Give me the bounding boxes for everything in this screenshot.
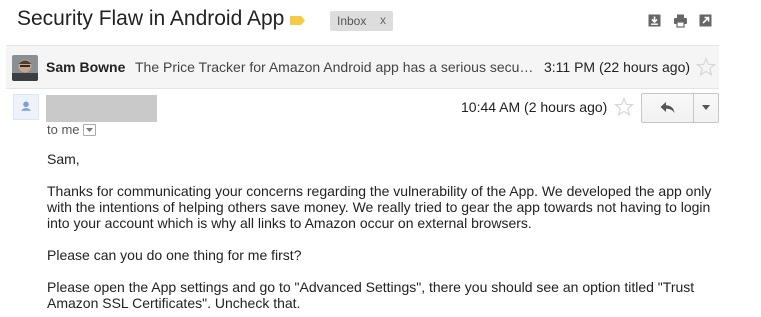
new-window-icon[interactable] bbox=[698, 13, 713, 28]
body-paragraph: Sam, bbox=[47, 151, 80, 167]
body-paragraph: Please can you do one thing for me first… bbox=[47, 247, 302, 263]
reply-arrow-icon bbox=[660, 102, 675, 113]
body-paragraph: Thanks for communicating your concerns r… bbox=[47, 183, 712, 231]
thread-header: Security Flaw in Android App Inbox x bbox=[0, 0, 761, 42]
label-chip-text: Inbox bbox=[337, 14, 367, 28]
star-icon[interactable] bbox=[696, 57, 716, 77]
message-body: Sam, Thanks for communicating your conce… bbox=[47, 151, 727, 317]
collapsed-sender-name: Sam Bowne bbox=[46, 59, 126, 75]
chevron-down-icon bbox=[702, 105, 710, 110]
label-chip-inbox: Inbox x bbox=[330, 11, 393, 31]
download-icon[interactable] bbox=[647, 13, 662, 28]
recipients-line: to me bbox=[47, 122, 96, 137]
message-snippet: The Price Tracker for Amazon Android app… bbox=[135, 59, 534, 75]
sender-avatar-placeholder-icon bbox=[13, 94, 39, 120]
star-icon[interactable] bbox=[614, 97, 634, 117]
more-actions-button[interactable] bbox=[694, 94, 718, 122]
reply-button-group bbox=[641, 93, 719, 123]
collapsed-message[interactable]: Sam Bowne The Price Tracker for Amazon A… bbox=[6, 45, 719, 89]
redacted-sender-name bbox=[46, 95, 157, 122]
caret-down-icon bbox=[85, 127, 93, 132]
remove-label-button[interactable]: x bbox=[380, 13, 386, 27]
show-details-dropdown[interactable] bbox=[82, 123, 96, 136]
important-marker-icon[interactable] bbox=[289, 15, 306, 26]
sender-avatar-photo bbox=[12, 55, 38, 81]
collapsed-message-date: 3:11 PM (22 hours ago) bbox=[544, 59, 691, 75]
print-icon[interactable] bbox=[673, 13, 688, 28]
body-paragraph: Please open the App settings and go to "… bbox=[47, 279, 695, 311]
reply-button[interactable] bbox=[642, 94, 693, 122]
recipients-text: to me bbox=[47, 122, 80, 137]
email-thread-view: Security Flaw in Android App Inbox x Sam… bbox=[0, 0, 761, 317]
thread-subject: Security Flaw in Android App bbox=[17, 7, 285, 30]
expanded-message-date: 10:44 AM (2 hours ago) bbox=[461, 99, 608, 115]
